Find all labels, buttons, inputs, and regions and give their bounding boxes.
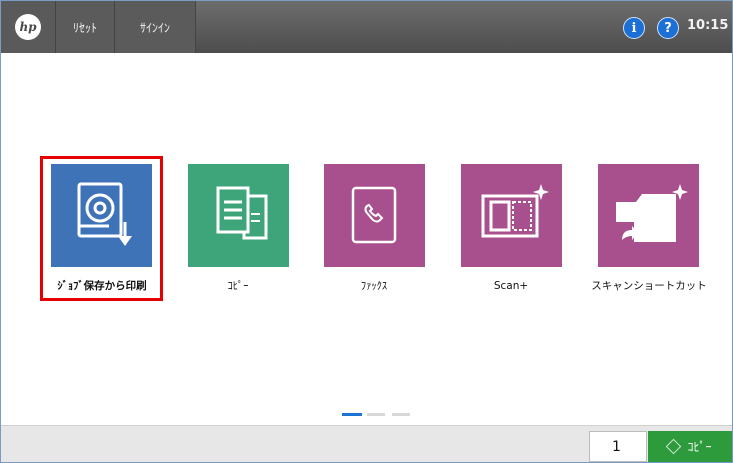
tile-scan-plus[interactable] — [461, 164, 562, 267]
tile-copy[interactable] — [188, 164, 289, 267]
tile-label: ｺﾋﾟｰ — [227, 280, 249, 292]
clock: 10:15 — [687, 18, 729, 33]
scan-shortcut-folder-icon — [614, 184, 688, 244]
page-indicator-2[interactable] — [367, 413, 385, 416]
hp-logo-icon: hp — [15, 14, 41, 40]
tile-scan-shortcut[interactable] — [598, 164, 699, 267]
tile-label: Scan+ — [493, 280, 529, 292]
copies-field[interactable]: 1 — [589, 431, 647, 462]
info-icon[interactable]: i — [623, 17, 645, 39]
reset-button[interactable]: ﾘｾｯﾄ — [56, 1, 115, 53]
tile-fax[interactable] — [324, 164, 425, 267]
top-bar: hp ﾘｾｯﾄ ｻｲﾝｲﾝ i ? 10:15 — [1, 1, 732, 53]
sign-in-button[interactable]: ｻｲﾝｲﾝ — [115, 1, 196, 53]
start-copy-button[interactable]: ｺﾋﾟｰ — [648, 431, 732, 462]
fax-icon — [351, 186, 397, 244]
scan-icon — [481, 184, 549, 238]
copy-icon — [216, 186, 268, 240]
selection-highlight — [40, 156, 163, 301]
start-icon — [666, 438, 682, 455]
page-indicator-1[interactable] — [342, 413, 362, 416]
help-icon[interactable]: ? — [657, 17, 679, 39]
printer-control-panel: hp ﾘｾｯﾄ ｻｲﾝｲﾝ i ? 10:15 ｼﾞｮﾌﾞ保存から印刷 ｺﾋﾟｰ… — [0, 0, 733, 463]
tile-label: スキャンショートカット — [591, 280, 707, 292]
home-button[interactable]: hp — [1, 1, 56, 53]
tile-label: ﾌｧｯｸｽ — [360, 280, 388, 292]
start-copy-label: ｺﾋﾟｰ — [687, 440, 712, 454]
page-indicator-3[interactable] — [392, 413, 410, 416]
